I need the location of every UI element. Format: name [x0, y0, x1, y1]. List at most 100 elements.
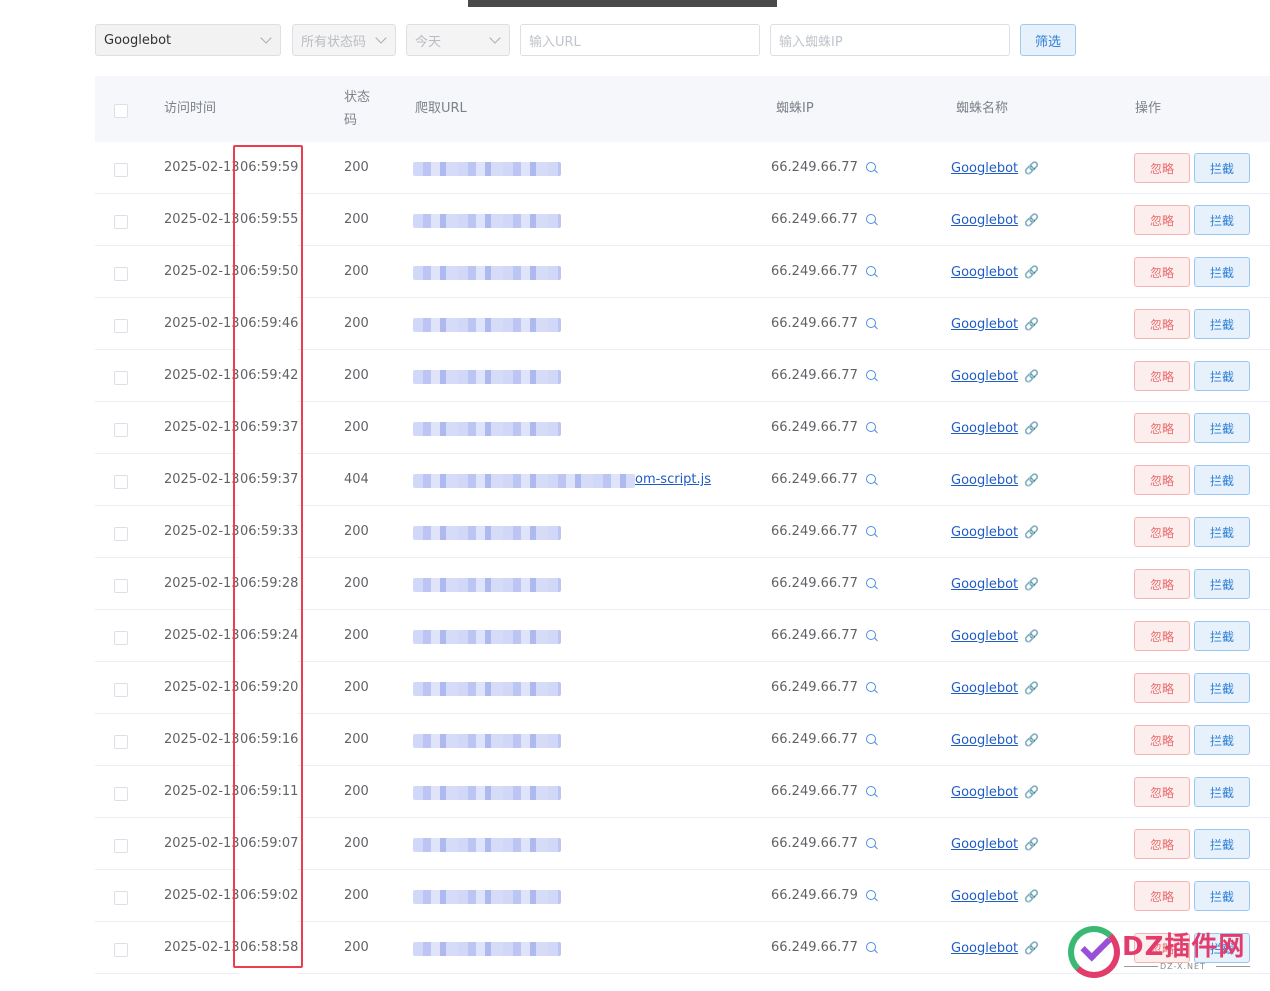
block-button[interactable]: 拦截 — [1194, 725, 1250, 755]
url-input[interactable]: 输入URL — [520, 24, 760, 56]
link-icon[interactable]: 🔗 — [1024, 421, 1039, 435]
redacted-url[interactable] — [413, 942, 561, 956]
search-icon[interactable] — [865, 474, 876, 484]
redacted-url[interactable] — [413, 630, 561, 644]
link-icon[interactable]: 🔗 — [1024, 265, 1039, 279]
redacted-url[interactable] — [413, 682, 561, 696]
spider-name-link[interactable]: Googlebot — [951, 785, 1018, 800]
block-button[interactable]: 拦截 — [1194, 465, 1250, 495]
link-icon[interactable]: 🔗 — [1024, 941, 1039, 955]
ignore-button[interactable]: 忽略 — [1134, 205, 1190, 235]
row-checkbox[interactable] — [114, 371, 128, 385]
link-icon[interactable]: 🔗 — [1024, 837, 1039, 851]
row-checkbox[interactable] — [114, 319, 128, 333]
filter-button[interactable]: 筛选 — [1020, 24, 1076, 56]
link-icon[interactable]: 🔗 — [1024, 525, 1039, 539]
block-button[interactable]: 拦截 — [1194, 257, 1250, 287]
search-icon[interactable] — [865, 526, 876, 536]
row-checkbox[interactable] — [114, 891, 128, 905]
ignore-button[interactable]: 忽略 — [1134, 361, 1190, 391]
ip-input[interactable]: 输入蜘蛛IP — [770, 24, 1010, 56]
redacted-url[interactable] — [413, 786, 561, 800]
ignore-button[interactable]: 忽略 — [1134, 777, 1190, 807]
search-icon[interactable] — [865, 942, 876, 952]
redacted-url[interactable] — [413, 370, 561, 384]
row-checkbox[interactable] — [114, 163, 128, 177]
ignore-button[interactable]: 忽略 — [1134, 829, 1190, 859]
search-icon[interactable] — [865, 890, 876, 900]
link-icon[interactable]: 🔗 — [1024, 213, 1039, 227]
row-checkbox[interactable] — [114, 423, 128, 437]
redacted-url[interactable] — [413, 526, 561, 540]
search-icon[interactable] — [865, 578, 876, 588]
spider-name-link[interactable]: Googlebot — [951, 889, 1018, 904]
block-button[interactable]: 拦截 — [1194, 361, 1250, 391]
row-checkbox[interactable] — [114, 943, 128, 957]
ignore-button[interactable]: 忽略 — [1134, 725, 1190, 755]
spider-name-link[interactable]: Googlebot — [951, 577, 1018, 592]
spider-name-link[interactable]: Googlebot — [951, 369, 1018, 384]
spider-name-link[interactable]: Googlebot — [951, 213, 1018, 228]
redacted-url[interactable] — [413, 422, 561, 436]
spider-name-link[interactable]: Googlebot — [951, 525, 1018, 540]
redacted-url[interactable] — [413, 890, 561, 904]
redacted-url[interactable] — [413, 734, 561, 748]
spider-name-link[interactable]: Googlebot — [951, 473, 1018, 488]
search-icon[interactable] — [865, 422, 876, 432]
link-icon[interactable]: 🔗 — [1024, 733, 1039, 747]
ignore-button[interactable]: 忽略 — [1134, 413, 1190, 443]
redacted-url[interactable] — [413, 162, 561, 176]
link-icon[interactable]: 🔗 — [1024, 369, 1039, 383]
link-icon[interactable]: 🔗 — [1024, 785, 1039, 799]
search-icon[interactable] — [865, 630, 876, 640]
search-icon[interactable] — [865, 838, 876, 848]
spider-name-link[interactable]: Googlebot — [951, 837, 1018, 852]
block-button[interactable]: 拦截 — [1194, 569, 1250, 599]
ignore-button[interactable]: 忽略 — [1134, 621, 1190, 651]
block-button[interactable]: 拦截 — [1194, 517, 1250, 547]
status-select[interactable]: 所有状态码 — [292, 24, 396, 56]
ignore-button[interactable]: 忽略 — [1134, 257, 1190, 287]
search-icon[interactable] — [865, 734, 876, 744]
spider-name-link[interactable]: Googlebot — [951, 681, 1018, 696]
redacted-url[interactable] — [413, 266, 561, 280]
url-link[interactable]: om-script.js — [635, 454, 711, 506]
ignore-button[interactable]: 忽略 — [1134, 673, 1190, 703]
block-button[interactable]: 拦截 — [1194, 881, 1250, 911]
block-button[interactable]: 拦截 — [1194, 153, 1250, 183]
row-checkbox[interactable] — [114, 267, 128, 281]
search-icon[interactable] — [865, 786, 876, 796]
spider-name-link[interactable]: Googlebot — [951, 265, 1018, 280]
link-icon[interactable]: 🔗 — [1024, 889, 1039, 903]
block-button[interactable]: 拦截 — [1194, 309, 1250, 339]
row-checkbox[interactable] — [114, 579, 128, 593]
spider-select[interactable]: Googlebot — [95, 24, 281, 56]
redacted-url[interactable] — [413, 318, 561, 332]
search-icon[interactable] — [865, 318, 876, 328]
ignore-button[interactable]: 忽略 — [1134, 465, 1190, 495]
spider-name-link[interactable]: Googlebot — [951, 629, 1018, 644]
block-button[interactable]: 拦截 — [1194, 621, 1250, 651]
link-icon[interactable]: 🔗 — [1024, 317, 1039, 331]
block-button[interactable]: 拦截 — [1194, 829, 1250, 859]
link-icon[interactable]: 🔗 — [1024, 681, 1039, 695]
redacted-url[interactable] — [413, 214, 561, 228]
row-checkbox[interactable] — [114, 683, 128, 697]
ignore-button[interactable]: 忽略 — [1134, 881, 1190, 911]
row-checkbox[interactable] — [114, 475, 128, 489]
link-icon[interactable]: 🔗 — [1024, 629, 1039, 643]
ignore-button[interactable]: 忽略 — [1134, 517, 1190, 547]
search-icon[interactable] — [865, 162, 876, 172]
search-icon[interactable] — [865, 370, 876, 380]
ignore-button[interactable]: 忽略 — [1134, 569, 1190, 599]
spider-name-link[interactable]: Googlebot — [951, 317, 1018, 332]
ignore-button[interactable]: 忽略 — [1134, 309, 1190, 339]
row-checkbox[interactable] — [114, 631, 128, 645]
row-checkbox[interactable] — [114, 787, 128, 801]
block-button[interactable]: 拦截 — [1194, 205, 1250, 235]
search-icon[interactable] — [865, 214, 876, 224]
link-icon[interactable]: 🔗 — [1024, 473, 1039, 487]
spider-name-link[interactable]: Googlebot — [951, 941, 1018, 956]
redacted-url[interactable] — [413, 838, 561, 852]
block-button[interactable]: 拦截 — [1194, 413, 1250, 443]
